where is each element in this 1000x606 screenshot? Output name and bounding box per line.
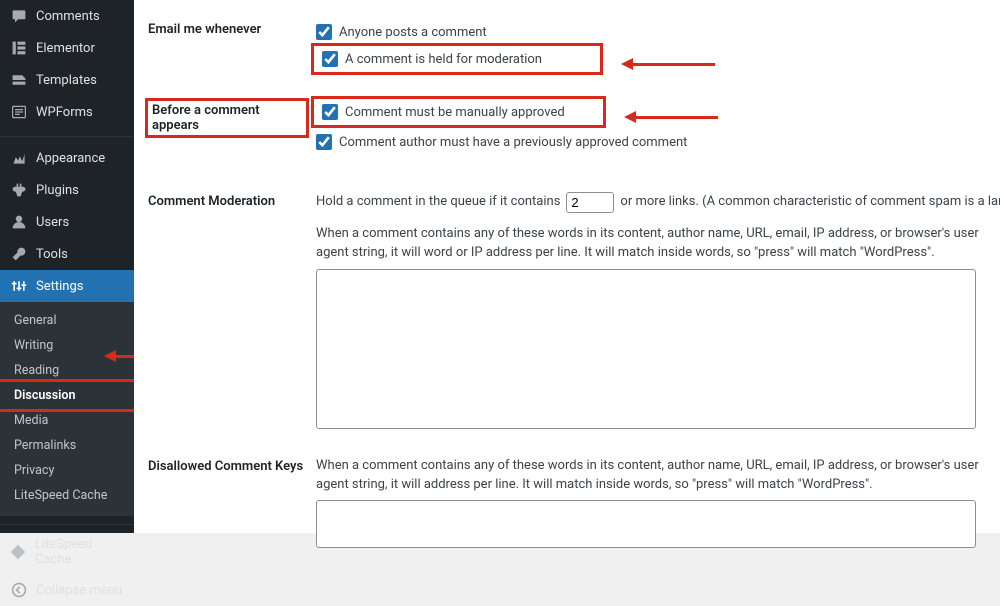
checkbox-label: Comment must be manually approved: [345, 105, 565, 120]
submenu-general[interactable]: General: [0, 308, 134, 333]
appearance-icon: [10, 149, 28, 167]
submenu-permalinks[interactable]: Permalinks: [0, 433, 134, 458]
label-before-appears: Before a comment appears: [148, 101, 306, 135]
checkbox-label: A comment is held for moderation: [345, 52, 542, 67]
sidebar-item-label: WPForms: [36, 105, 93, 120]
highlight-held-moderation: A comment is held for moderation: [316, 48, 598, 70]
sidebar-item-label: LiteSpeed Cache: [35, 537, 126, 567]
sidebar-item-wpforms[interactable]: WPForms: [0, 96, 134, 128]
sidebar-item-label: Templates: [36, 73, 97, 88]
sidebar-collapse[interactable]: Collapse menu: [0, 574, 134, 606]
elementor-icon: [10, 39, 28, 57]
annotation-arrow-manual: [618, 111, 718, 123]
collapse-icon: [10, 581, 28, 599]
plugins-icon: [10, 181, 28, 199]
litespeed-icon: [10, 543, 27, 561]
moderation-desc2: When a comment contains any of these wor…: [316, 225, 996, 263]
checkbox-held-moderation[interactable]: [322, 51, 338, 67]
row-email-whenever: Email me whenever Anyone posts a comment…: [134, 14, 1000, 77]
row-disallowed-keys: Disallowed Comment Keys When a comment c…: [134, 451, 1000, 559]
checkbox-prev-approved[interactable]: [316, 134, 332, 150]
label-comment-moderation: Comment Moderation: [134, 190, 316, 213]
submenu-litespeed[interactable]: LiteSpeed Cache: [0, 483, 134, 508]
label-disallowed-keys: Disallowed Comment Keys: [134, 455, 316, 478]
sidebar-item-tools[interactable]: Tools: [0, 238, 134, 270]
tools-icon: [10, 245, 28, 263]
row-comment-moderation: Comment Moderation Hold a comment in the…: [134, 186, 1000, 439]
sidebar-item-users[interactable]: Users: [0, 206, 134, 238]
sidebar-item-label: Appearance: [36, 151, 105, 166]
moderation-links-line: Hold a comment in the queue if it contai…: [316, 192, 1000, 213]
annotation-arrow-moderation: [615, 58, 715, 70]
sidebar-item-plugins[interactable]: Plugins: [0, 174, 134, 206]
submenu-privacy[interactable]: Privacy: [0, 458, 134, 483]
checkbox-manually-approved[interactable]: [322, 104, 338, 120]
settings-submenu: General Writing Reading Discussion Media…: [0, 302, 134, 516]
sidebar-item-settings[interactable]: Settings: [0, 270, 134, 302]
moderation-desc-pre: Hold a comment in the queue if it contai…: [316, 193, 560, 212]
disallowed-desc: When a comment contains any of these wor…: [316, 457, 996, 495]
input-links-threshold[interactable]: [566, 192, 614, 213]
row-before-appears: Before a comment appears Comment must be…: [134, 95, 1000, 160]
users-icon: [10, 213, 28, 231]
checkbox-label: Anyone posts a comment: [339, 25, 487, 40]
sidebar-item-appearance[interactable]: Appearance: [0, 136, 134, 174]
sidebar-item-label: Elementor: [36, 41, 95, 56]
textarea-disallowed-keys[interactable]: [316, 500, 976, 548]
sidebar-item-litespeed-cache[interactable]: LiteSpeed Cache: [0, 524, 134, 574]
label-email-whenever: Email me whenever: [134, 18, 316, 41]
sidebar-item-elementor[interactable]: Elementor: [0, 32, 134, 64]
submenu-discussion[interactable]: Discussion: [0, 383, 134, 408]
sidebar-item-label: Plugins: [36, 183, 79, 198]
highlight-manually-approved: Comment must be manually approved: [316, 101, 601, 123]
sidebar-item-label: Collapse menu: [36, 583, 122, 598]
sidebar-item-templates[interactable]: Templates: [0, 64, 134, 96]
admin-sidebar: Comments Elementor Templates WPForms App…: [0, 0, 134, 533]
templates-icon: [10, 71, 28, 89]
sidebar-item-label: Users: [36, 215, 69, 230]
checkbox-label: Comment author must have a previously ap…: [339, 135, 687, 150]
moderation-desc-post: or more links. (A common characteristic …: [620, 193, 1000, 212]
sidebar-item-label: Comments: [36, 9, 100, 24]
sidebar-item-label: Settings: [36, 279, 83, 294]
settings-icon: [10, 277, 28, 295]
submenu-media[interactable]: Media: [0, 408, 134, 433]
settings-discussion-content: Email me whenever Anyone posts a comment…: [134, 0, 1000, 533]
checkbox-anyone-posts[interactable]: [316, 24, 332, 40]
comments-icon: [10, 7, 28, 25]
sidebar-item-label: Tools: [36, 247, 68, 262]
textarea-moderation-keys[interactable]: [316, 269, 976, 429]
checkbox-email-anyone-posts: Anyone posts a comment: [316, 20, 1000, 44]
sidebar-item-comments[interactable]: Comments: [0, 0, 134, 32]
wpforms-icon: [10, 103, 28, 121]
